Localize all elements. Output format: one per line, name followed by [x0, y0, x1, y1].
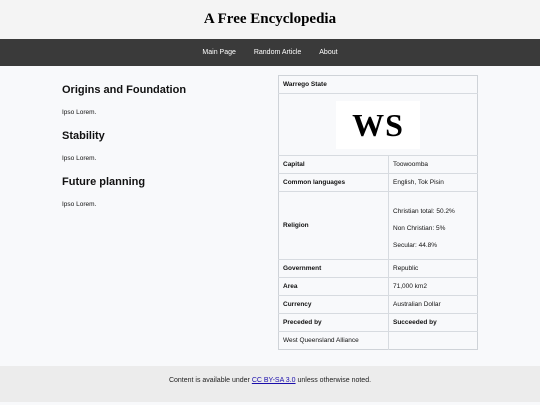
- preceded-by-label: Preceded by: [278, 313, 389, 332]
- infobox-logo-cell: WS: [278, 93, 478, 156]
- nav-random-article[interactable]: Random Article: [254, 39, 301, 66]
- government-value: Republic: [388, 259, 478, 278]
- languages-label: Common languages: [278, 173, 389, 192]
- infobox-row-religion: Religion Christian total: 50.2% Non Chri…: [278, 191, 478, 260]
- capital-label: Capital: [278, 155, 389, 174]
- section-heading-origins: Origins and Foundation: [62, 84, 187, 96]
- government-label: Government: [278, 259, 389, 278]
- infobox-row-currency: Currency Australian Dollar: [278, 295, 478, 314]
- section-heading-stability: Stability: [62, 130, 105, 142]
- section-heading-future: Future planning: [62, 176, 146, 188]
- currency-value: Australian Dollar: [388, 295, 478, 314]
- site-header: A Free Encyclopedia: [0, 0, 540, 39]
- section-text-origins: Ipso Lorem.: [62, 109, 97, 116]
- top-nav: Main Page Random Article About: [0, 39, 540, 66]
- main-content: Origins and Foundation Ipso Lorem. Stabi…: [0, 66, 540, 366]
- infobox-row-area: Area 71,000 km2: [278, 277, 478, 296]
- area-label: Area: [278, 277, 389, 296]
- religion-values: Christian total: 50.2% Non Christian: 5%…: [388, 191, 478, 260]
- area-value: 71,000 km2: [388, 277, 478, 296]
- section-text-stability: Ipso Lorem.: [62, 155, 97, 162]
- religion-value-christian: Christian total: 50.2%: [393, 207, 455, 215]
- site-title: A Free Encyclopedia: [203, 11, 337, 27]
- currency-label: Currency: [278, 295, 389, 314]
- preceded-by-value: West Queensland Alliance: [278, 331, 389, 350]
- footer-prefix: Content is available under: [168, 377, 252, 384]
- succeeded-by-value: [388, 331, 478, 350]
- state-logo: WS: [336, 100, 420, 149]
- languages-value: English, Tok Pisin: [388, 173, 478, 192]
- infobox-row-succession-header: Preceded by Succeeded by: [278, 313, 478, 332]
- infobox: Warrego State WS Capital Toowoomba Commo…: [278, 75, 478, 350]
- infobox-row-capital: Capital Toowoomba: [278, 155, 478, 174]
- article-body: Origins and Foundation Ipso Lorem. Stabi…: [62, 84, 262, 222]
- infobox-row-languages: Common languages English, Tok Pisin: [278, 173, 478, 192]
- license-link[interactable]: CC BY-SA 3.0: [252, 377, 296, 384]
- footer-suffix: unless otherwise noted.: [295, 377, 372, 384]
- capital-value: Toowoomba: [388, 155, 478, 174]
- religion-value-secular: Secular: 44.8%: [393, 241, 438, 249]
- religion-value-non-christian: Non Christian: 5%: [393, 224, 446, 232]
- nav-main-page[interactable]: Main Page: [202, 39, 235, 66]
- nav-about[interactable]: About: [319, 39, 337, 66]
- section-text-future: Ipso Lorem.: [62, 201, 97, 208]
- site-footer: Content is available under CC BY-SA 3.0 …: [0, 366, 540, 402]
- infobox-title: Warrego State: [283, 81, 327, 88]
- religion-label: Religion: [278, 191, 389, 260]
- infobox-row-government: Government Republic: [278, 259, 478, 278]
- succeeded-by-label: Succeeded by: [388, 313, 478, 332]
- infobox-row-succession-values: West Queensland Alliance: [278, 331, 478, 350]
